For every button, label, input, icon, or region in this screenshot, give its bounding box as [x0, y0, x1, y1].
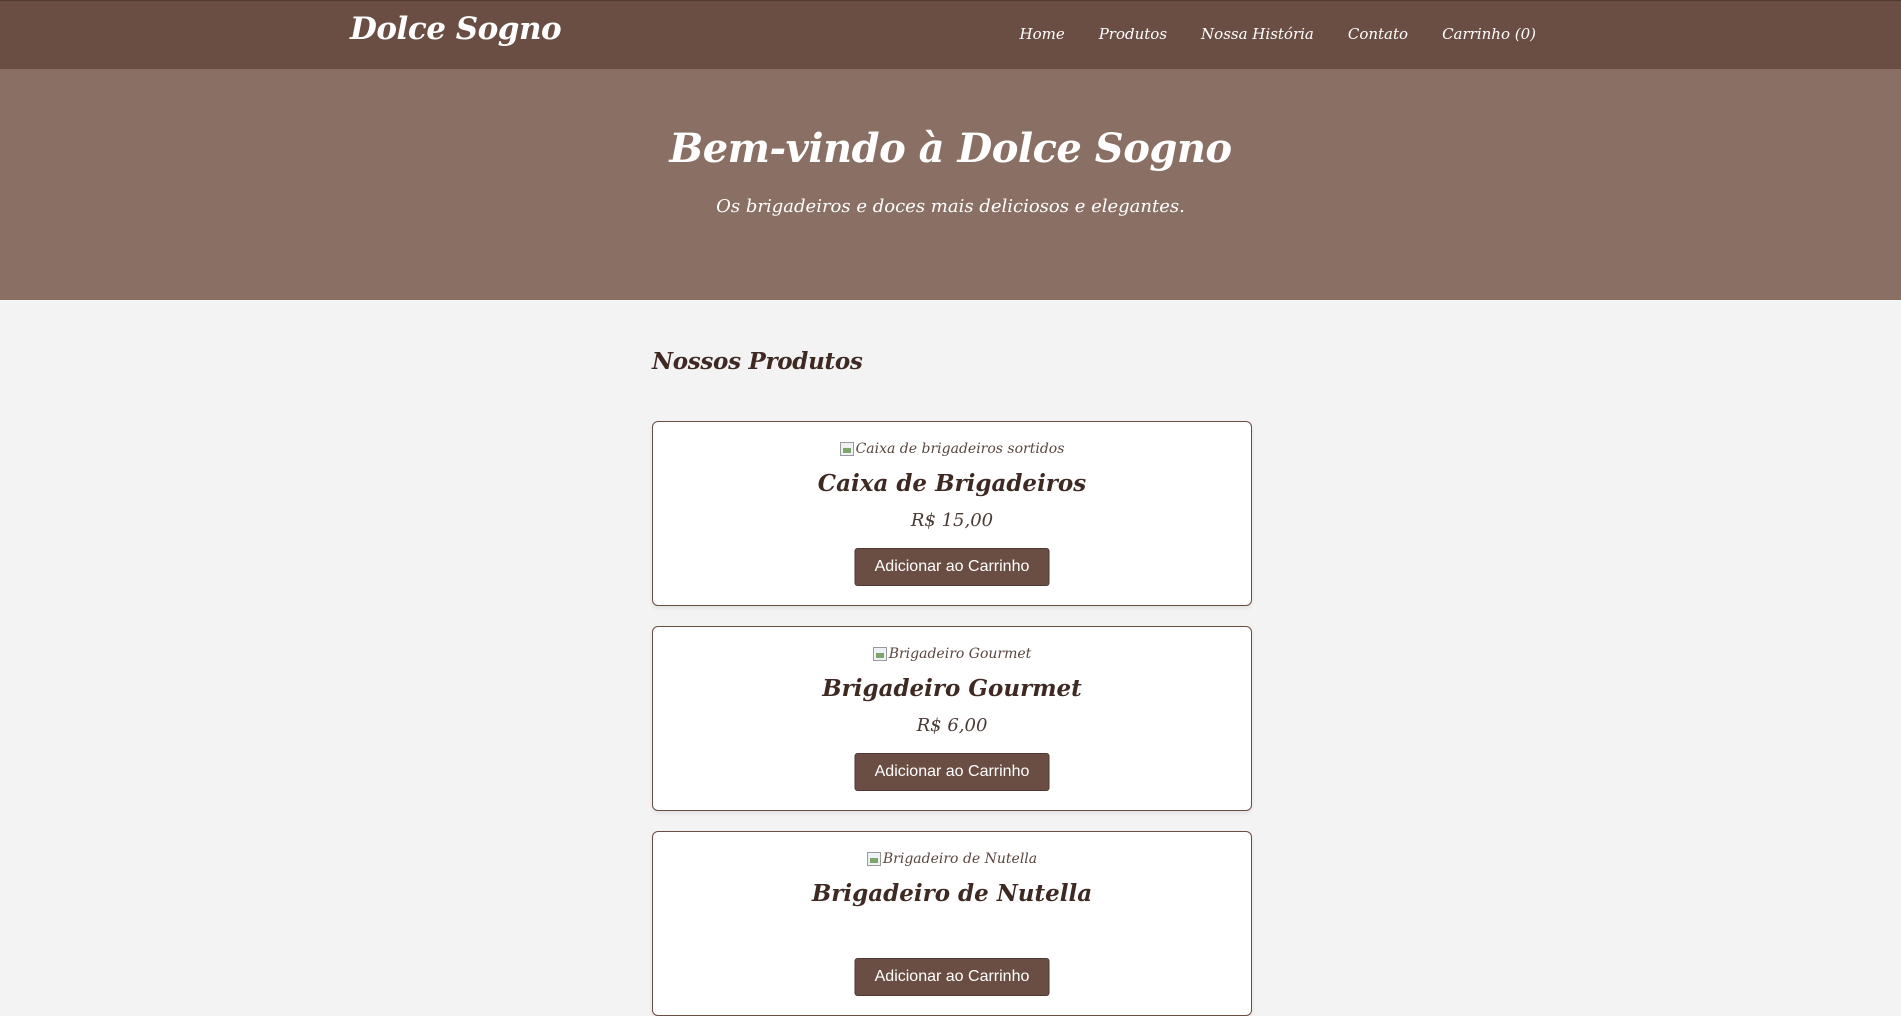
nav-item-contato: Contato [1348, 24, 1408, 43]
product-image-alt-text: Brigadeiro de Nutella [882, 851, 1038, 867]
hero-title: Bem-vindo à Dolce Sogno [669, 125, 1232, 172]
product-name: Caixa de Brigadeiros [817, 470, 1087, 497]
nav-link-cart[interactable]: Carrinho (0) [1442, 25, 1536, 43]
nav-link-nossa-historia[interactable]: Nossa História [1201, 25, 1314, 43]
site-header: Dolce Sogno Home Produtos Nossa História… [0, 0, 1901, 69]
product-image: Caixa de brigadeiros sortidos [653, 441, 1251, 457]
product-price: R$ 15,00 [910, 510, 994, 531]
products-heading: Nossos Produtos [652, 348, 863, 375]
nav-link-contato[interactable]: Contato [1348, 25, 1408, 43]
product-card: Brigadeiro de Nutella Brigadeiro de Nute… [652, 831, 1252, 1016]
product-image-alt-text: Caixa de brigadeiros sortidos [855, 441, 1065, 457]
main-nav: Home Produtos Nossa História Contato Car… [1020, 24, 1537, 43]
add-to-cart-button[interactable]: Adicionar ao Carrinho [854, 753, 1050, 791]
broken-image-icon [872, 647, 887, 661]
nav-link-home[interactable]: Home [1020, 25, 1065, 43]
product-name: Brigadeiro Gourmet [822, 675, 1082, 702]
product-card: Caixa de brigadeiros sortidos Caixa de B… [652, 421, 1252, 606]
nav-item-home: Home [1020, 24, 1065, 43]
product-image: Brigadeiro Gourmet [653, 646, 1251, 662]
hero-banner: Bem-vindo à Dolce Sogno Os brigadeiros e… [0, 69, 1901, 300]
product-price: R$ 6,00 [916, 715, 988, 736]
product-image: Brigadeiro de Nutella [653, 851, 1251, 867]
add-to-cart-button[interactable]: Adicionar ao Carrinho [854, 958, 1050, 996]
hero-subtitle: Os brigadeiros e doces mais deliciosos e… [716, 196, 1185, 217]
product-card: Brigadeiro Gourmet Brigadeiro Gourmet R$… [652, 626, 1252, 811]
nav-item-nossa-historia: Nossa História [1201, 24, 1314, 43]
nav-item-produtos: Produtos [1099, 24, 1167, 43]
add-to-cart-button[interactable]: Adicionar ao Carrinho [854, 548, 1050, 586]
nav-item-carrinho: Carrinho (0) [1442, 24, 1536, 43]
product-name: Brigadeiro de Nutella [811, 880, 1093, 907]
broken-image-icon [866, 852, 881, 866]
nav-link-produtos[interactable]: Produtos [1099, 25, 1167, 43]
brand-logo-link[interactable]: Dolce Sogno [350, 11, 562, 47]
broken-image-icon [839, 442, 854, 456]
product-image-alt-text: Brigadeiro Gourmet [888, 646, 1032, 662]
